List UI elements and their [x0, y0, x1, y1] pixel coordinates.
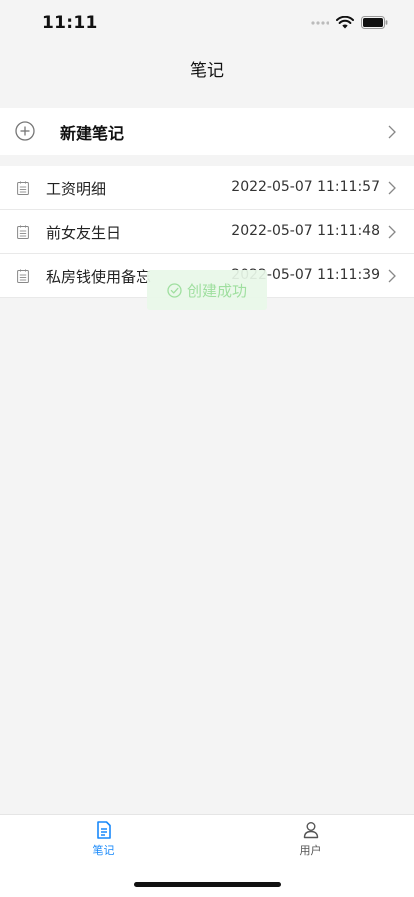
- note-list-item[interactable]: 工资明细 2022-05-07 11:11:57: [0, 166, 414, 210]
- note-title: 私房钱使用备忘: [46, 268, 152, 286]
- tab-user-label: 用户: [299, 844, 322, 857]
- wifi-icon: [336, 16, 354, 29]
- user-icon: [303, 822, 318, 839]
- status-time: 11:11: [42, 13, 98, 33]
- chevron-right-icon: [388, 269, 396, 283]
- chevron-right-icon: [388, 181, 396, 195]
- home-indicator[interactable]: [134, 882, 281, 887]
- note-doc-icon: [17, 269, 29, 283]
- note-timestamp: 2022-05-07 11:11:57: [231, 179, 380, 195]
- page-title: 笔记: [190, 61, 224, 81]
- new-note-button[interactable]: 新建笔记: [0, 108, 414, 155]
- note-doc-icon: [17, 225, 29, 239]
- note-doc-icon: [17, 181, 29, 195]
- chevron-right-icon: [388, 225, 396, 239]
- tab-notes[interactable]: 笔记: [0, 821, 207, 858]
- plus-circle-icon: [15, 121, 35, 141]
- signal-icon: [311, 20, 329, 25]
- note-list-item[interactable]: 前女友生日 2022-05-07 11:11:48: [0, 210, 414, 254]
- document-icon: [96, 821, 111, 839]
- new-note-label: 新建笔记: [60, 124, 125, 143]
- note-title: 工资明细: [46, 180, 107, 198]
- battery-icon: [361, 16, 388, 29]
- success-toast: 创建成功: [147, 270, 267, 310]
- toast-message: 创建成功: [186, 281, 247, 300]
- status-bar: 11:11: [0, 0, 414, 48]
- note-timestamp: 2022-05-07 11:11:48: [231, 223, 380, 239]
- chevron-right-icon: [388, 125, 396, 139]
- status-icons: [311, 16, 388, 29]
- tab-user[interactable]: 用户: [207, 821, 414, 858]
- check-circle-icon: [167, 282, 182, 298]
- note-title: 前女友生日: [46, 224, 122, 242]
- tab-notes-label: 笔记: [92, 844, 115, 857]
